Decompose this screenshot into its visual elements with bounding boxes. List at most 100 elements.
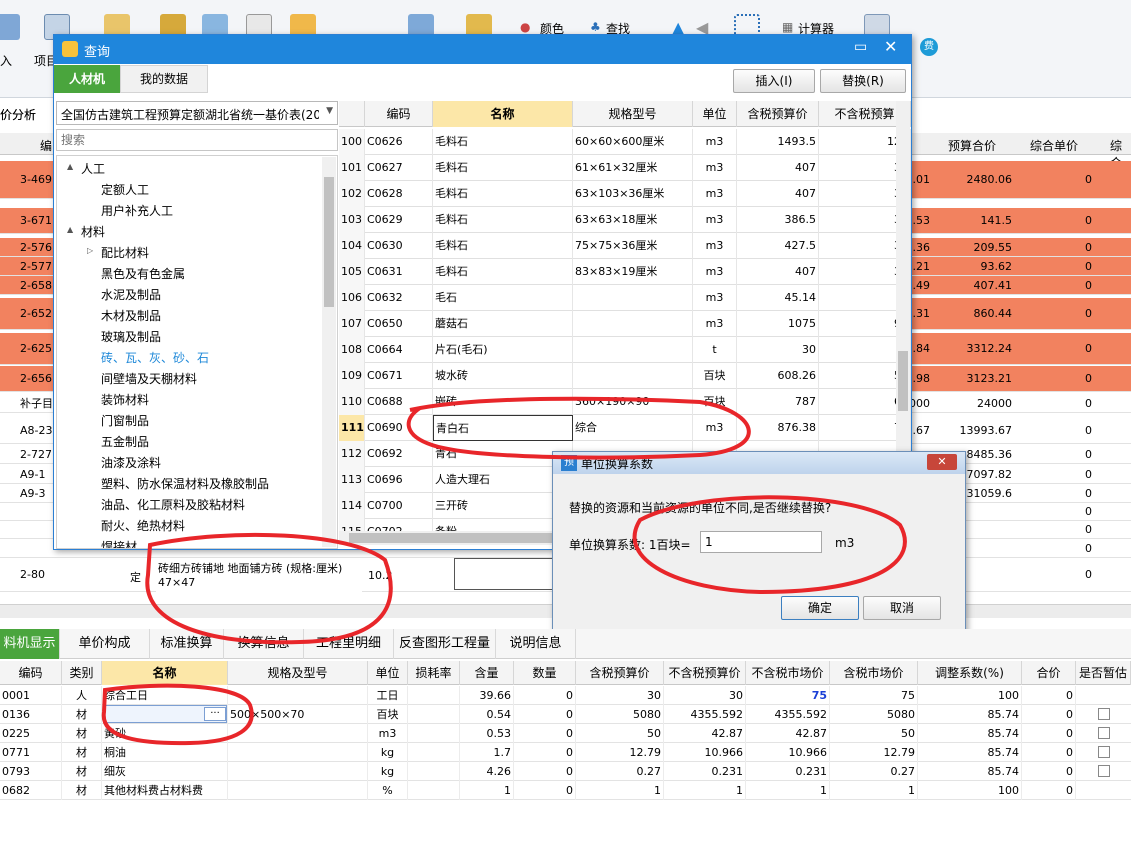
grid-cell-name[interactable]: 蘑菇石 [433,311,573,337]
bottom-header-cell[interactable]: 不含税市场价 [746,661,830,685]
bottom-cell-p4[interactable]: 75 [830,686,918,705]
grid-cell-code[interactable]: C0627 [365,155,433,181]
cancel-button[interactable]: 取消 [863,596,941,620]
grid-cell-spec[interactable] [573,363,693,389]
unit-factor-input[interactable]: 1 [705,535,713,549]
bottom-cell-p1[interactable]: 0.27 [576,762,664,781]
bottom-cell-code[interactable]: 0793 [0,762,62,781]
grid-cell-unit[interactable]: m3 [693,155,737,181]
bottom-cell-name[interactable]: 综合工日 [102,686,228,705]
bottom-grid-row[interactable]: 0771 材桐油 kg 1.7 0 12.79 10.966 10.966 12.79 85.74… [0,743,1131,762]
grid-cell-code[interactable]: C0688 [365,389,433,415]
bottom-cell-name[interactable]: 其他材料费占材料费 [102,781,228,800]
tree-item[interactable]: 材料 [81,223,105,240]
tree-item[interactable]: 玻璃及制品 [101,328,161,345]
grid-cell-spec[interactable]: 360×190×90 [573,389,693,415]
grid-cell-code[interactable]: C0631 [365,259,433,285]
bottom-cell-adj[interactable]: 100 [918,686,1022,705]
grid-cell-unit[interactable]: m3 [693,311,737,337]
fee-badge[interactable]: 费 [920,38,938,56]
grid-cell-price[interactable]: 407 [737,259,819,285]
tree-item[interactable]: 焊接材 [101,538,137,548]
grid-cell-unit[interactable]: m3 [693,233,737,259]
bottom-cell-name[interactable]: 桐油 [102,743,228,762]
bottom-cell-adj[interactable]: 85.74 [918,762,1022,781]
bottom-tab[interactable]: 单价构成 [60,629,150,659]
bottom-cell-p1[interactable]: 1 [576,781,664,800]
bottom-cell-sum[interactable]: 0 [1022,743,1076,762]
calculator-icon[interactable]: ▦ [782,20,793,34]
grid-cell-spec[interactable]: 60×60×600厘米 [573,129,693,155]
bottom-grid-row[interactable]: 0225 材黄砂 m3 0.53 0 50 42.87 42.87 50 85.74 0 [0,724,1131,743]
grid-header-cell[interactable]: 名称 [433,101,573,127]
bottom-cell-adj[interactable]: 85.74 [918,743,1022,762]
grid-cell-code[interactable]: C0628 [365,181,433,207]
search-input[interactable] [61,131,331,149]
bottom-cell-p2[interactable]: 4355.592 [664,705,746,724]
bottom-cell-code[interactable]: 0001 [0,686,62,705]
grid-header-cell[interactable]: 单位 [693,101,737,127]
bottom-cell-qty[interactable]: 4.26 [460,762,514,781]
bottom-cell-spec[interactable] [228,724,368,743]
grid-header-cell[interactable]: 编码 [365,101,433,127]
bottom-cell-p4[interactable]: 50 [830,724,918,743]
grid-row[interactable]: 106C0632毛石m345.143 [339,285,911,311]
bottom-cell-p1[interactable]: 12.79 [576,743,664,762]
provisional-checkbox[interactable] [1098,708,1110,720]
bottom-cell-spec[interactable]: 500×500×70 [228,705,368,724]
grid-cell-spec[interactable] [573,285,693,311]
grid-row[interactable]: 102C0628毛料石63×103×36厘米m340734 [339,181,911,207]
bottom-cell-p2[interactable]: 0.231 [664,762,746,781]
palette-icon[interactable]: ● [520,20,530,34]
close-icon[interactable]: ✕ [884,37,897,56]
provisional-checkbox[interactable] [1098,746,1110,758]
grid-cell-price[interactable]: 386.5 [737,207,819,233]
grid-cell-spec[interactable]: 63×63×18厘米 [573,207,693,233]
grid-row[interactable]: 111C0690青白石综合m3876.3875 [339,415,911,441]
bottom-cell-p3[interactable]: 75 [746,686,830,705]
bottom-cell-num[interactable]: 0 [514,762,576,781]
search-input-box[interactable] [56,129,338,151]
bottom-cell-adj[interactable]: 85.74 [918,705,1022,724]
grid-cell-name[interactable]: 毛料石 [433,181,573,207]
grid-cell-price[interactable]: 1075 [737,311,819,337]
grid-cell-spec[interactable]: 61×61×32厘米 [573,155,693,181]
bottom-header-cell[interactable]: 名称 [102,661,228,685]
grid-row[interactable]: 110C0688嵌砖360×190×90百块78767 [339,389,911,415]
row-2-80-edit-box[interactable] [454,558,554,590]
grid-cell-spec[interactable]: 75×75×36厘米 [573,233,693,259]
grid-cell-name[interactable]: 嵌砖 [433,389,573,415]
bottom-cell-qty[interactable]: 0.54 [460,705,514,724]
grid-cell-unit[interactable]: m3 [693,415,737,441]
grid-cell-spec[interactable]: 63×103×36厘米 [573,181,693,207]
grid-cell-code[interactable]: C0630 [365,233,433,259]
bottom-cell-sum[interactable]: 0 [1022,705,1076,724]
bottom-header-cell[interactable]: 规格及型号 [228,661,368,685]
bottom-cell-cat[interactable]: 材 [62,762,102,781]
grid-cell-price[interactable]: 1493.5 [737,129,819,155]
grid-row[interactable]: 100C0626毛料石60×60×600厘米m31493.5128 [339,129,911,155]
bottom-cell-qty[interactable]: 39.66 [460,686,514,705]
grid-cell-code[interactable]: C0700 [365,493,433,519]
grid-cell-spec[interactable]: 83×83×19厘米 [573,259,693,285]
grid-cell-price[interactable]: 876.38 [737,415,819,441]
bottom-cell-loss[interactable] [408,743,460,762]
grid-cell-unit[interactable]: m3 [693,259,737,285]
bottom-cell-p3[interactable]: 1 [746,781,830,800]
grid-cell-price[interactable]: 45.14 [737,285,819,311]
bottom-cell-unit[interactable]: kg [368,762,408,781]
bottom-cell-adj[interactable]: 85.74 [918,724,1022,743]
tree-item[interactable]: 耐火、绝热材料 [101,517,185,534]
grid-cell-code[interactable]: C0632 [365,285,433,311]
tree-item[interactable]: 黑色及有色金属 [101,265,185,282]
bottom-cell-p2[interactable]: 10.966 [664,743,746,762]
grid-row[interactable]: 105C0631毛料石83×83×19厘米m340734 [339,259,911,285]
bottom-cell-loss[interactable] [408,686,460,705]
grid-header-cell[interactable]: 含税预算价 [737,101,819,127]
query-dialog-titlebar[interactable]: 查询 ▭ ✕ [54,35,911,64]
bottom-cell-name[interactable]: 黄砂 [102,724,228,743]
bottom-cell-p1[interactable]: 5080 [576,705,664,724]
bottom-cell-cat[interactable]: 材 [62,743,102,762]
replace-button[interactable]: 替换(R) [820,69,906,93]
library-select[interactable]: 全国仿古建筑工程预算定额湖北省统一基价表(20 ▼ [56,101,338,125]
